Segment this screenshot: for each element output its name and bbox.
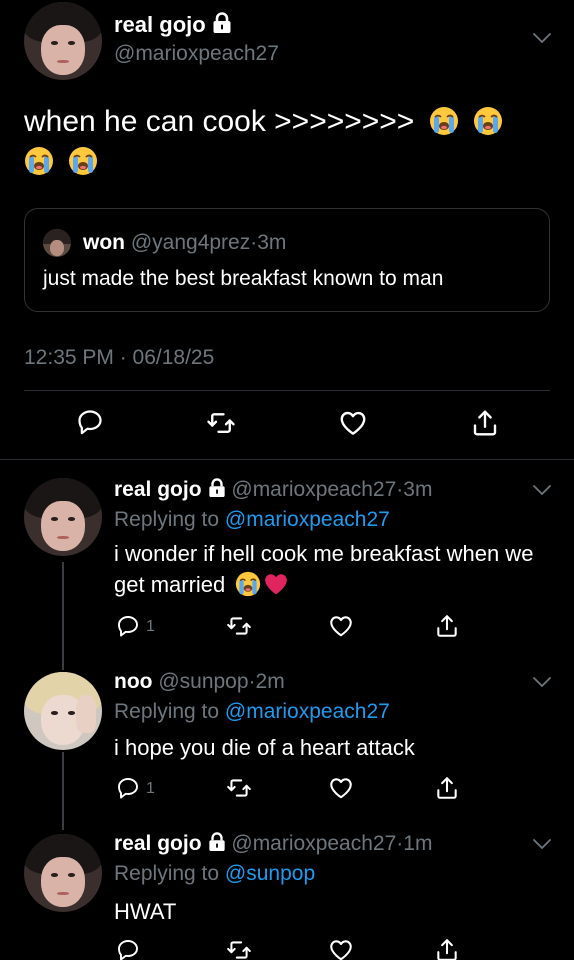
replying-to-link[interactable]: @sunpop xyxy=(225,862,315,885)
like-icon[interactable] xyxy=(328,613,354,639)
replying-prefix: Replying to xyxy=(114,508,220,531)
handle[interactable]: @sunpop xyxy=(158,670,248,693)
loudly-crying-emoji xyxy=(235,571,261,597)
avatar[interactable] xyxy=(24,672,102,750)
loudly-crying-emoji xyxy=(68,146,98,176)
reply-icon[interactable] xyxy=(116,776,140,800)
reply-icon[interactable] xyxy=(116,614,140,638)
reply-tweet[interactable]: noo @sunpop·2m Replying to @marioxpeach2… xyxy=(0,670,574,830)
replying-to: Replying to @sunpop xyxy=(114,862,315,886)
avatar[interactable] xyxy=(24,478,102,556)
chevron-down-icon[interactable] xyxy=(530,832,554,856)
avatar[interactable] xyxy=(24,2,102,80)
reply-count: 1 xyxy=(146,780,155,797)
tweet-text: when he can cook >>>>>>>> xyxy=(24,102,544,182)
divider xyxy=(24,390,550,391)
display-name[interactable]: noo xyxy=(114,670,152,693)
handle[interactable]: @marioxpeach27 xyxy=(231,832,396,855)
replying-prefix: Replying to xyxy=(114,700,220,723)
chevron-down-icon[interactable] xyxy=(530,670,554,694)
author-line: real gojo @marioxpeach27·3m xyxy=(114,478,432,502)
retweet-icon[interactable] xyxy=(206,408,236,438)
author-line: real gojo xyxy=(114,12,232,38)
like-icon[interactable] xyxy=(338,408,368,438)
display-name[interactable]: real gojo xyxy=(114,478,202,501)
loudly-crying-emoji xyxy=(473,106,503,136)
reply-tweet[interactable]: real gojo @marioxpeach27·3m Replying to … xyxy=(0,478,574,670)
display-name[interactable]: real gojo xyxy=(114,832,202,855)
share-icon[interactable] xyxy=(434,613,460,639)
post-time: 1m xyxy=(403,832,433,855)
separator-dot: · xyxy=(248,670,256,693)
reply-icon[interactable] xyxy=(116,938,140,960)
reply-icon[interactable] xyxy=(76,408,104,436)
quote-display-name: won xyxy=(83,231,125,254)
quoted-tweet[interactable]: won @yang4prez·3m just made the best bre… xyxy=(24,208,550,312)
post-time: 2m xyxy=(255,670,285,693)
chevron-down-icon[interactable] xyxy=(530,26,554,50)
replying-to-link[interactable]: @marioxpeach27 xyxy=(225,700,390,723)
share-icon[interactable] xyxy=(434,937,460,960)
red-heart-emoji xyxy=(263,571,289,597)
display-name[interactable]: real gojo xyxy=(114,12,206,37)
quote-avatar xyxy=(43,229,71,257)
replying-to-link[interactable]: @marioxpeach27 xyxy=(225,508,390,531)
main-tweet: real gojo @marioxpeach27 when he can coo… xyxy=(0,0,574,460)
tweet-timestamp[interactable]: 12:35 PM · 06/18/25 xyxy=(24,346,214,370)
avatar[interactable] xyxy=(24,834,102,912)
retweet-icon[interactable] xyxy=(226,775,252,801)
reply-text: i hope you die of a heart attack xyxy=(114,735,415,760)
quote-author-line: won @yang4prez·3m xyxy=(83,231,286,255)
author-line: real gojo @marioxpeach27·1m xyxy=(114,832,432,856)
loudly-crying-emoji xyxy=(429,106,459,136)
tweet-body: when he can cook >>>>>>>> xyxy=(24,105,415,138)
loudly-crying-emoji xyxy=(24,146,54,176)
lock-icon xyxy=(208,478,226,498)
replying-prefix: Replying to xyxy=(114,862,220,885)
quote-handle: @yang4prez xyxy=(130,231,251,254)
like-icon[interactable] xyxy=(328,937,354,960)
retweet-icon[interactable] xyxy=(226,937,252,960)
reply-count: 1 xyxy=(146,618,155,635)
reply-body: i wonder if hell cook me breakfast when … xyxy=(114,541,534,597)
like-icon[interactable] xyxy=(328,775,354,801)
retweet-icon[interactable] xyxy=(226,613,252,639)
reply-tweet[interactable]: real gojo @marioxpeach27·1m Replying to … xyxy=(0,832,574,960)
reply-text: HWAT xyxy=(114,899,177,924)
reply-text: i wonder if hell cook me breakfast when … xyxy=(114,538,544,600)
replying-to: Replying to @marioxpeach27 xyxy=(114,700,390,724)
replying-to: Replying to @marioxpeach27 xyxy=(114,508,390,532)
quote-time: 3m xyxy=(257,231,287,254)
handle[interactable]: @marioxpeach27 xyxy=(114,42,279,66)
quote-text: just made the best breakfast known to ma… xyxy=(43,267,444,290)
lock-icon xyxy=(212,12,232,34)
post-time: 3m xyxy=(403,478,433,501)
lock-icon xyxy=(208,832,226,852)
share-icon[interactable] xyxy=(470,408,500,438)
share-icon[interactable] xyxy=(434,775,460,801)
author-line: noo @sunpop·2m xyxy=(114,670,285,694)
handle[interactable]: @marioxpeach27 xyxy=(231,478,396,501)
chevron-down-icon[interactable] xyxy=(530,478,554,502)
